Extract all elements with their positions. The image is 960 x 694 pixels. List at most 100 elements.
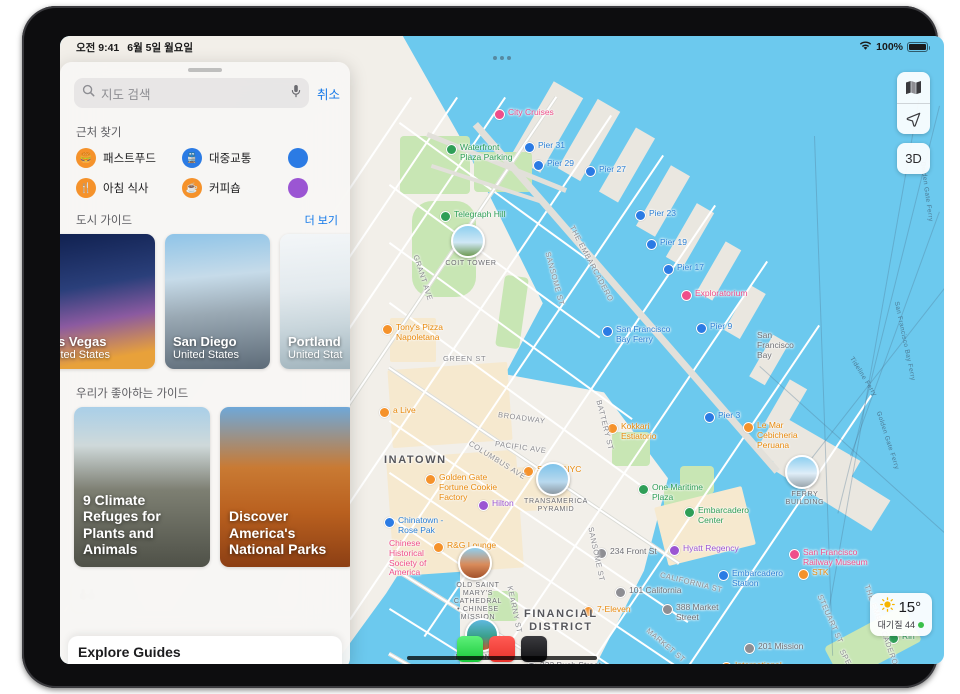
map-poi-label[interactable]: 201 Mission — [758, 641, 803, 652]
nearby-category-fast-food-icon[interactable]: 🍔 패스트푸드 — [76, 148, 178, 168]
map-poi-marker[interactable] — [446, 144, 457, 155]
city-guides-more-link[interactable]: 더 보기 — [305, 212, 338, 228]
search-input[interactable]: 지도 검색 — [74, 78, 309, 108]
map-poi-marker[interactable] — [798, 569, 809, 580]
map-poi-marker[interactable] — [721, 662, 732, 664]
city-guides-title: 도시 가이드 — [76, 215, 133, 227]
map-poi-marker[interactable] — [425, 474, 436, 485]
favorite-guides-header: 우리가 좋아하는 가이드 — [60, 379, 350, 405]
search-row: 지도 검색 취소 — [60, 76, 350, 118]
three-d-button[interactable]: 3D — [897, 143, 930, 174]
coffee-icon: ☕ — [182, 178, 202, 198]
map-poi-marker[interactable] — [533, 160, 544, 171]
map-landmark-pin[interactable] — [536, 462, 570, 496]
map-poi-marker[interactable] — [494, 109, 505, 120]
explore-guides-label: Explore Guides — [78, 644, 181, 660]
location-arrow-icon[interactable] — [897, 103, 930, 134]
search-sidebar-panel[interactable]: 지도 검색 취소 근처 찾기 🍔 패스트푸드 🚆 대중교통 🍴 아침 식사 ☕ 커피숍 도시 … — [60, 62, 350, 664]
map-poi-label[interactable]: International Smoke — [735, 660, 782, 664]
nearby-category-label: 아침 식사 — [103, 183, 149, 195]
favorite-guide-cards: 9 Climate Refuges for Plants and Animals… — [60, 405, 350, 577]
ferry-route-line — [814, 136, 834, 656]
map-3d-group: 3D — [897, 143, 930, 174]
commercial-area — [390, 318, 436, 362]
map-poi-marker[interactable] — [523, 466, 534, 477]
map-poi-marker[interactable] — [744, 643, 755, 654]
nearby-category-transit-icon[interactable]: 🚆 대중교통 — [182, 148, 284, 168]
partial-purple-icon — [288, 178, 308, 198]
city-guide-card[interactable]: Portland United Stat — [280, 234, 350, 369]
search-placeholder: 지도 검색 — [101, 87, 151, 102]
map-poi-marker[interactable] — [704, 412, 715, 423]
multitask-handle[interactable] — [493, 56, 511, 60]
map-poi-marker[interactable] — [646, 239, 657, 250]
map-poi-label[interactable]: STK — [812, 567, 829, 578]
favorite-guide-card[interactable]: Discover America's National Parks — [220, 407, 350, 567]
explore-guides-strip[interactable]: Explore Guides — [68, 636, 342, 664]
map-poi-marker[interactable] — [585, 166, 596, 177]
map-poi-marker[interactable] — [382, 324, 393, 335]
city-card-caption: Portland United Stat — [288, 333, 350, 361]
favorite-guide-card[interactable]: 9 Climate Refuges for Plants and Animals — [74, 407, 210, 567]
weather-temperature: 15° — [898, 598, 922, 616]
air-quality-indicator-dot — [918, 621, 924, 628]
map-poi-marker[interactable] — [478, 500, 489, 511]
map-ferry-route-label: San Francisco Bay Ferry — [892, 300, 917, 382]
city-guides-header: 도시 가이드 더 보기 — [60, 206, 350, 232]
nearby-category-partial-blue-icon[interactable] — [288, 148, 350, 168]
city-card-caption: s Vegas ited States — [60, 333, 149, 361]
map-poi-marker[interactable] — [635, 210, 646, 221]
map-ferry-route-label: Golden Gate Ferry — [874, 410, 901, 471]
pier-block — [665, 203, 715, 267]
map-poi-marker[interactable] — [789, 549, 800, 560]
map-layers-icon[interactable] — [897, 72, 930, 103]
microphone-icon[interactable] — [291, 84, 301, 103]
map-landmark-pin[interactable] — [451, 224, 485, 258]
map-poi-marker[interactable] — [669, 545, 680, 556]
nearby-category-label: 대중교통 — [209, 153, 252, 165]
city-card-country: United Stat — [288, 349, 343, 361]
map-poi-marker[interactable] — [583, 606, 594, 617]
map-poi-label[interactable]: Embarcadero Station — [732, 568, 783, 589]
map-poi-marker[interactable] — [440, 211, 451, 222]
map-poi-marker[interactable] — [379, 407, 390, 418]
ipad-device-frame: City Cruises Waterfront Plaza Parking Pier… — [22, 6, 944, 688]
map-street-label: CALIFORNIA ST — [659, 570, 724, 595]
nearby-category-partial-purple-icon[interactable] — [288, 178, 350, 198]
city-guide-cards: s Vegas ited States San Diego United States… — [60, 232, 350, 379]
ipad-screen: City Cruises Waterfront Plaza Parking Pier… — [60, 36, 944, 664]
home-indicator[interactable] — [407, 656, 597, 660]
map-poi-marker[interactable] — [433, 542, 444, 553]
map-poi-marker[interactable] — [602, 326, 613, 337]
map-poi-marker[interactable] — [662, 604, 673, 615]
city-card-name: San Diego — [173, 333, 237, 349]
panel-drag-handle[interactable] — [188, 68, 222, 72]
map-poi-marker[interactable] — [596, 548, 607, 559]
nearby-category-coffee-icon[interactable]: ☕ 커피숍 — [182, 178, 284, 198]
map-poi-marker[interactable] — [638, 484, 649, 495]
cancel-button[interactable]: 취소 — [317, 84, 340, 103]
map-poi-marker[interactable] — [696, 323, 707, 334]
map-poi-marker[interactable] — [681, 290, 692, 301]
fast-food-icon: 🍔 — [76, 148, 96, 168]
weather-widget[interactable]: 15° 대기질 44 — [869, 593, 932, 636]
city-guide-card[interactable]: San Diego United States — [165, 234, 270, 369]
map-poi-marker[interactable] — [684, 507, 695, 518]
favorite-guides-title: 우리가 좋아하는 가이드 — [76, 388, 189, 400]
city-card-name: Portland — [288, 333, 341, 349]
map-poi-marker[interactable] — [615, 587, 626, 598]
map-poi-marker[interactable] — [718, 570, 729, 581]
guide-card-title: Discover America's National Parks — [229, 508, 327, 558]
map-landmark-pin[interactable] — [785, 455, 819, 489]
map-poi-marker[interactable] — [524, 142, 535, 153]
map-landmark-pin[interactable] — [458, 546, 492, 580]
map-poi-marker[interactable] — [384, 517, 395, 528]
map-poi-marker[interactable] — [607, 423, 618, 434]
air-quality-label: 대기질 44 — [877, 620, 915, 630]
nearby-category-breakfast-icon[interactable]: 🍴 아침 식사 — [76, 178, 178, 198]
map-poi-marker[interactable] — [743, 422, 754, 433]
map-poi-marker[interactable] — [663, 264, 674, 275]
city-guide-card[interactable]: s Vegas ited States — [60, 234, 155, 369]
city-card-name: s Vegas — [60, 333, 107, 349]
nearby-title: 근처 찾기 — [76, 127, 122, 139]
